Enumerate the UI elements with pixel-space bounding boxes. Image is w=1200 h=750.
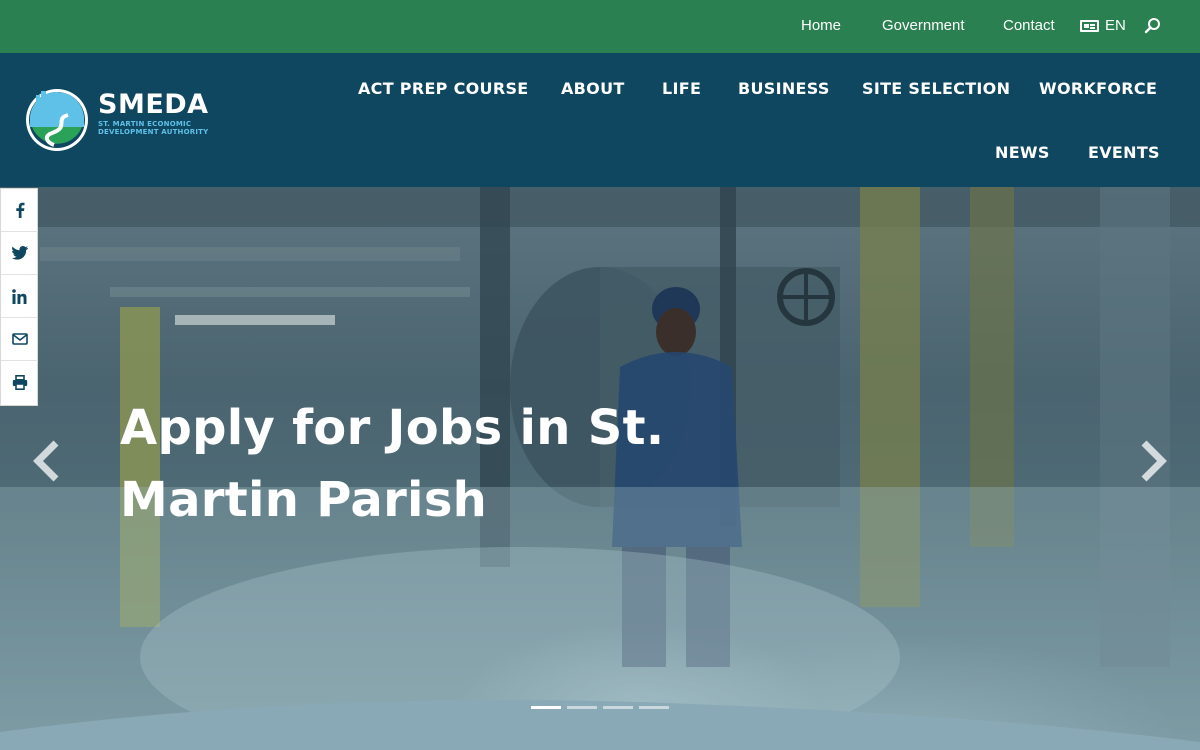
nav-workforce[interactable]: WORKFORCE: [1039, 79, 1157, 98]
linkedin-share-button[interactable]: [1, 275, 38, 318]
slide-indicator-3[interactable]: [603, 706, 633, 709]
brand-subtitle-line2: DEVELOPMENT AUTHORITY: [98, 128, 209, 136]
slide-indicator-2[interactable]: [567, 706, 597, 709]
contact-link[interactable]: Contact: [1003, 17, 1055, 34]
hero-title: Apply for Jobs in St. Martin Parish: [120, 400, 665, 528]
site-logo[interactable]: SMEDA ST. MARTIN ECONOMIC DEVELOPMENT AU…: [24, 87, 214, 153]
nav-about[interactable]: ABOUT: [561, 79, 625, 98]
previous-slide-icon[interactable]: [32, 439, 62, 483]
slide-indicator-4[interactable]: [639, 706, 669, 709]
social-share-bar: [0, 188, 38, 406]
twitter-share-button[interactable]: [1, 232, 38, 275]
slide-indicators: [531, 706, 669, 709]
nav-news[interactable]: NEWS: [995, 143, 1050, 162]
twitter-icon: [11, 246, 28, 260]
email-share-button[interactable]: [1, 318, 38, 361]
print-button[interactable]: [1, 361, 38, 404]
main-header: SMEDA ST. MARTIN ECONOMIC DEVELOPMENT AU…: [0, 53, 1200, 187]
logo-emblem-icon: [26, 89, 88, 151]
nav-life[interactable]: LIFE: [662, 79, 701, 98]
hero-wave-divider: [0, 700, 1200, 750]
language-label: EN: [1105, 17, 1126, 34]
language-selector[interactable]: EN: [1080, 17, 1126, 34]
language-icon: [1080, 19, 1099, 32]
nav-site-selection[interactable]: SITE SELECTION: [862, 79, 1010, 98]
email-icon: [11, 333, 28, 345]
facebook-icon: [15, 202, 24, 218]
search-icon[interactable]: [1144, 17, 1162, 35]
next-slide-icon[interactable]: [1138, 439, 1168, 483]
nav-business[interactable]: BUSINESS: [738, 79, 830, 98]
brand-name: SMEDA: [98, 89, 209, 120]
nav-events[interactable]: EVENTS: [1088, 143, 1160, 162]
slide-indicator-1[interactable]: [531, 706, 561, 709]
print-icon: [12, 375, 27, 390]
linkedin-icon: [12, 288, 27, 304]
hero-slider: Apply for Jobs in St. Martin Parish: [0, 187, 1200, 750]
utility-bar: Home Government Contact EN: [0, 0, 1200, 53]
government-link[interactable]: Government: [882, 17, 965, 34]
home-link[interactable]: Home: [801, 17, 841, 34]
nav-act-prep-course[interactable]: ACT PREP COURSE: [358, 79, 529, 98]
brand-subtitle-line1: ST. MARTIN ECONOMIC: [98, 120, 192, 128]
facebook-share-button[interactable]: [1, 189, 38, 232]
